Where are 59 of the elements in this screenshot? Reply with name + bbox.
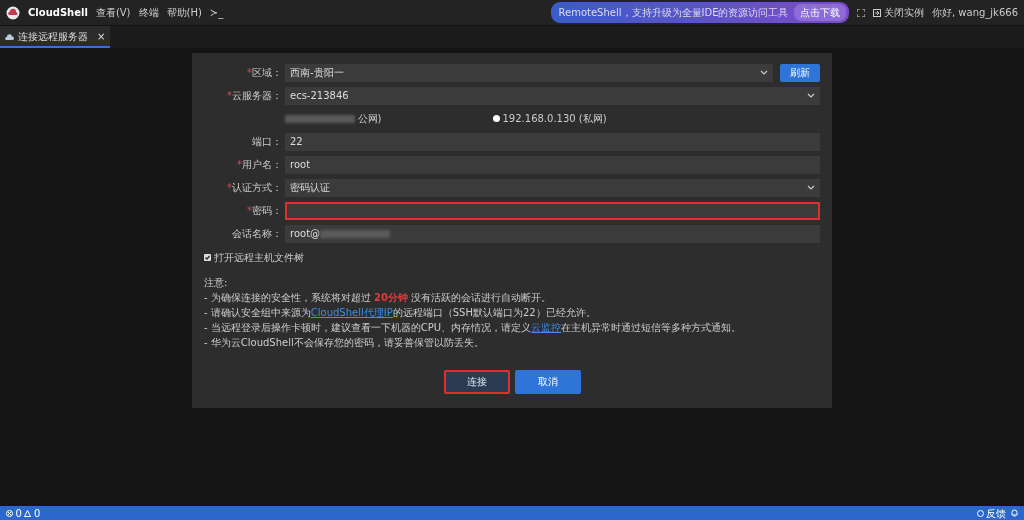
cloud-logo-icon [6, 5, 20, 20]
connect-button: 连接 [443, 370, 510, 394]
checkbox-label: 打开远程主机文件树 [213, 251, 304, 265]
chevron-down-icon [807, 185, 815, 190]
menu-item[interactable]: 查看(V) [95, 5, 131, 20]
cancel-button[interactable]: 取消 [514, 370, 581, 394]
dropdown-field[interactable]: ecs-213846 [285, 86, 820, 105]
warning-count[interactable]: 0 [33, 505, 41, 520]
note-line: - 为确保连接的安全性，系统将对超过 20分钟 没有活跃的会话进行自动断开。 [204, 291, 553, 305]
error-icon [6, 509, 13, 517]
required-icon: * [247, 205, 252, 216]
input-field[interactable]: root [285, 155, 820, 174]
cloud-icon [5, 32, 14, 40]
label-text: 云服务器： [232, 90, 282, 101]
bell-icon [1011, 509, 1018, 517]
note-line: - 当远程登录后操作卡顿时，建议查看一下机器的CPU、内存情况，请定义云监控在主机异常时通过短信等多种方式通知。 [204, 321, 743, 335]
radio-button[interactable] [493, 115, 500, 122]
dropdown-field[interactable]: 密码认证 [285, 178, 820, 197]
inline-link[interactable]: 云监控 [531, 322, 562, 333]
user-greeting[interactable]: 你好, wang_jk666 [932, 5, 1018, 20]
input-field[interactable]: root@ [285, 224, 820, 243]
close-icon[interactable]: × [97, 28, 106, 44]
fullscreen-icon [857, 8, 866, 17]
radio-label: 192.168.0.130 (私网) [502, 112, 607, 126]
inline-link[interactable]: CloudShell代理IP [310, 307, 393, 318]
close-instance-link[interactable]: 关闭实例 [873, 5, 924, 20]
required-icon: * [247, 67, 252, 78]
checkbox[interactable] [204, 254, 211, 261]
warning-icon [24, 509, 32, 517]
label-text: 用户名： [242, 159, 282, 170]
terminal-icon[interactable]: ≻_ [209, 5, 224, 20]
download-button[interactable]: 点击下载 [794, 4, 847, 21]
password-field[interactable] [285, 201, 820, 220]
label-text: 密码： [252, 205, 282, 216]
chevron-down-icon [807, 93, 815, 98]
chevron-down-icon [760, 70, 768, 75]
required-icon: * [227, 90, 232, 101]
dropdown-field[interactable]: 西南-贵阳一 [285, 63, 773, 82]
input-field[interactable]: 22 [285, 132, 820, 151]
required-icon: * [227, 182, 232, 193]
tab[interactable]: 连接远程服务器 × [0, 26, 111, 48]
menu-item[interactable]: 帮助(H) [166, 5, 202, 20]
exit-icon [873, 8, 882, 17]
menu-item[interactable]: 终端 [138, 5, 159, 20]
note-line: - 华为云CloudShell不会保存您的密码，请妥善保管以防丢失。 [204, 336, 485, 350]
field-label: 端口： [251, 135, 282, 149]
app-title: CloudShell [28, 6, 88, 20]
refresh-button[interactable]: 刷新 [780, 63, 820, 82]
label-text: 认证方式： [232, 182, 282, 193]
error-count[interactable]: 0 [15, 505, 22, 520]
note-line: - 请确认安全组中来源为CloudShell代理IP的远程端口（SSH默认端口为22）已经允许。 [204, 306, 597, 320]
feedback-icon [976, 509, 984, 517]
label-text: 区域： [252, 67, 282, 78]
promo-text: RemoteShell，支持升级为全量IDE的资源访问工具 [558, 6, 789, 20]
required-icon: * [237, 159, 242, 170]
field-label: 会话名称： [231, 227, 282, 241]
notes-title: 注意: [204, 276, 229, 290]
radio-label: 公网) [357, 112, 382, 126]
feedback-link[interactable]: 反馈 [976, 505, 1006, 520]
